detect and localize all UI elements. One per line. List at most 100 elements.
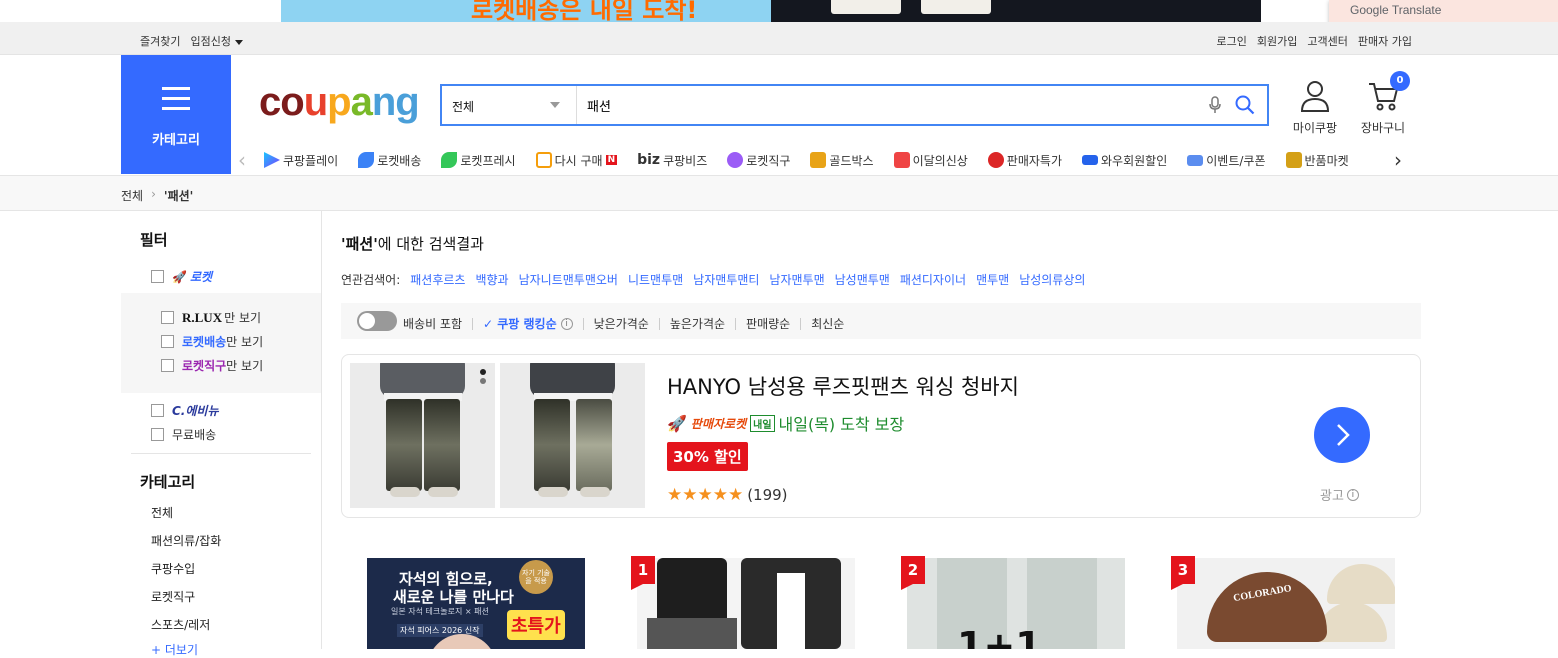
sort-option-newest[interactable]: 최신순 xyxy=(811,315,844,332)
banner-product-image xyxy=(831,0,901,14)
filter-rocket[interactable]: 🚀 로켓 xyxy=(151,268,212,285)
nav-prev-arrow-icon[interactable]: ‹ xyxy=(238,148,246,172)
nav-item-rocket-fresh[interactable]: 로켓프레시 xyxy=(441,150,516,170)
category-item[interactable]: 로켓직구 xyxy=(151,588,195,605)
product-card[interactable]: COLORADO xyxy=(1177,558,1395,649)
ad-next-button[interactable] xyxy=(1314,407,1370,463)
search-category-value: 전체 xyxy=(452,100,475,114)
sort-option-high-price[interactable]: 높은가격순 xyxy=(670,315,725,332)
related-keyword[interactable]: 남자맨투맨 xyxy=(769,271,824,288)
breadcrumb-root[interactable]: 전체 xyxy=(121,187,143,204)
banner-ad-left[interactable]: 로켓배송은 내일 도착! xyxy=(281,0,771,22)
category-item[interactable]: 패션의류/잡화 xyxy=(151,532,221,549)
biz-logo: biz xyxy=(637,152,661,168)
seller-join-link[interactable]: 판매자 가입 xyxy=(1358,33,1412,49)
nav-item-rocket-global[interactable]: 로켓직구 xyxy=(727,150,790,170)
product-card[interactable] xyxy=(637,558,855,649)
nav-item-wow-discount[interactable]: 와우회원할인 xyxy=(1082,150,1167,170)
info-icon: i xyxy=(1346,488,1359,501)
c-avenue-label: C.에비뉴 xyxy=(172,404,219,418)
nav-next-arrow-icon[interactable]: › xyxy=(1394,148,1402,172)
signup-link[interactable]: 회원가입 xyxy=(1257,33,1297,49)
sort-option-ranking[interactable]: ✓ 쿠팡 랭킹순 xyxy=(483,315,557,332)
checkbox[interactable] xyxy=(161,335,174,348)
info-icon[interactable]: i xyxy=(560,317,573,330)
nav-item-seller-deals[interactable]: 판매자특가 xyxy=(987,150,1062,170)
product-card[interactable]: 1+1 xyxy=(907,558,1125,649)
nav-item-new-arrivals[interactable]: 이달의신상 xyxy=(893,150,968,170)
related-keyword[interactable]: 백향과 xyxy=(475,271,508,288)
product-image xyxy=(1317,602,1387,642)
search-icon[interactable] xyxy=(1235,95,1255,115)
related-keyword[interactable]: 남성의류상의 xyxy=(1019,271,1085,288)
sort-bar: 배송비 포함 ✓ 쿠팡 랭킹순 i 낮은가격순 높은가격순 판매량순 최신순 xyxy=(341,303,1421,339)
new-badge: N xyxy=(605,155,618,165)
microphone-icon[interactable] xyxy=(1209,96,1221,114)
nav-item-events[interactable]: 이벤트/쿠폰 xyxy=(1187,150,1266,170)
product-image[interactable] xyxy=(500,363,645,508)
nav-item-rocket-delivery[interactable]: 로켓배송 xyxy=(358,150,421,170)
sort-option-low-price[interactable]: 낮은가격순 xyxy=(594,315,649,332)
nav-item-return-market[interactable]: 반품마켓 xyxy=(1285,150,1349,170)
ad-label[interactable]: 광고 i xyxy=(1320,485,1359,504)
category-more-link[interactable]: + 더보기 xyxy=(151,641,198,658)
search-result-title: '패션'에 대한 검색결과 xyxy=(341,233,484,254)
seller-apply-label: 입점신청 xyxy=(190,35,231,48)
banner-ad-right[interactable] xyxy=(771,0,1261,22)
filter-rlux[interactable]: R.LUX 만 보기 xyxy=(161,309,261,326)
nav-item-rebuy[interactable]: 다시 구매 N xyxy=(535,150,618,170)
rlux-label: R.LUX xyxy=(182,309,223,325)
checkmark-icon: ✓ xyxy=(483,317,498,331)
related-keyword[interactable]: 맨투맨 xyxy=(976,271,1009,288)
nav-item-coupang-play[interactable]: 쿠팡플레이 xyxy=(264,150,338,170)
checkbox[interactable] xyxy=(161,359,174,372)
shipping-fee-toggle[interactable] xyxy=(357,311,397,331)
category-button-label: 카테고리 xyxy=(152,133,200,148)
checkbox[interactable] xyxy=(161,311,174,324)
related-keyword[interactable]: 패션후르츠 xyxy=(410,271,465,288)
coupang-logo[interactable]: coupang xyxy=(259,78,420,126)
search-category-select[interactable]: 전체 xyxy=(442,86,577,124)
rank-badge: 3 xyxy=(1171,556,1195,590)
category-item[interactable]: 쿠팡수입 xyxy=(151,560,195,577)
related-keyword[interactable]: 남자니트맨투맨오버 xyxy=(519,271,618,288)
seller-apply-menu[interactable]: 입점신청 xyxy=(190,33,243,49)
nav-item-goldbox[interactable]: 골드박스 xyxy=(810,150,874,170)
checkbox[interactable] xyxy=(151,428,164,441)
top-banner[interactable]: 로켓배송은 내일 도착! xyxy=(0,0,1558,22)
filter-rocket-global[interactable]: 로켓직구 만 보기 xyxy=(161,357,263,374)
sort-option-sales[interactable]: 판매량순 xyxy=(746,315,790,332)
category-title: 카테고리 xyxy=(140,473,196,491)
bookmark-link[interactable]: 즐겨찾기 xyxy=(140,33,180,49)
filter-sidebar: 필터 🚀 로켓 R.LUX 만 보기 로켓배송 만 보기 로켓직구 만 보기 C… xyxy=(121,211,322,657)
color-swatch[interactable] xyxy=(480,369,486,387)
related-keyword[interactable]: 니트맨투맨 xyxy=(628,271,683,288)
filter-c-avenue[interactable]: C.에비뉴 xyxy=(151,402,219,419)
category-item[interactable]: 전체 xyxy=(151,504,173,521)
sponsored-product-card[interactable]: HANYO 남성용 루즈핏팬츠 워싱 청바지 🚀 판매자로켓 내일 내일(목) … xyxy=(341,354,1421,518)
ad-product-title[interactable]: HANYO 남성용 루즈핏팬츠 워싱 청바지 xyxy=(667,371,1019,401)
filter-free-shipping[interactable]: 무료배송 xyxy=(151,426,216,443)
delivery-info: 🚀 판매자로켓 내일 내일(목) 도착 보장 xyxy=(667,411,904,435)
related-keyword[interactable]: 패션디자이너 xyxy=(900,271,966,288)
percent-icon xyxy=(987,152,1004,168)
checkbox[interactable] xyxy=(151,270,164,283)
related-keyword[interactable]: 남성맨투맨 xyxy=(835,271,890,288)
category-item[interactable]: 스포츠/레저 xyxy=(151,616,210,633)
shortcut-nav: ‹ 쿠팡플레이 로켓배송 로켓프레시 다시 구매 N biz 쿠팡비즈 로켓직구 골… xyxy=(236,144,1416,174)
review-count: (199) xyxy=(747,486,788,504)
search-input[interactable] xyxy=(587,94,1187,116)
checkbox[interactable] xyxy=(151,404,164,417)
related-keyword[interactable]: 남자맨투맨티 xyxy=(693,271,759,288)
nav-item-coupang-biz[interactable]: biz 쿠팡비즈 xyxy=(637,150,707,170)
filter-suffix: 만 보기 xyxy=(226,335,264,349)
product-card-promo[interactable]: 자석의 힘으로, 새로운 나를 만나다 일본 자석 테크놀로지 × 패션 자석 … xyxy=(367,558,585,649)
category-menu-button[interactable]: 카테고리 xyxy=(121,55,231,174)
filter-rocket-delivery[interactable]: 로켓배송 만 보기 xyxy=(161,333,263,350)
my-coupang-button[interactable]: 마이쿠팡 xyxy=(1285,80,1345,136)
filter-title: 필터 xyxy=(140,231,168,249)
login-link[interactable]: 로그인 xyxy=(1217,33,1247,49)
customer-center-link[interactable]: 고객센터 xyxy=(1307,33,1347,49)
rocket-sub-filters: R.LUX 만 보기 로켓배송 만 보기 로켓직구 만 보기 xyxy=(121,293,321,393)
product-image[interactable] xyxy=(350,363,495,508)
